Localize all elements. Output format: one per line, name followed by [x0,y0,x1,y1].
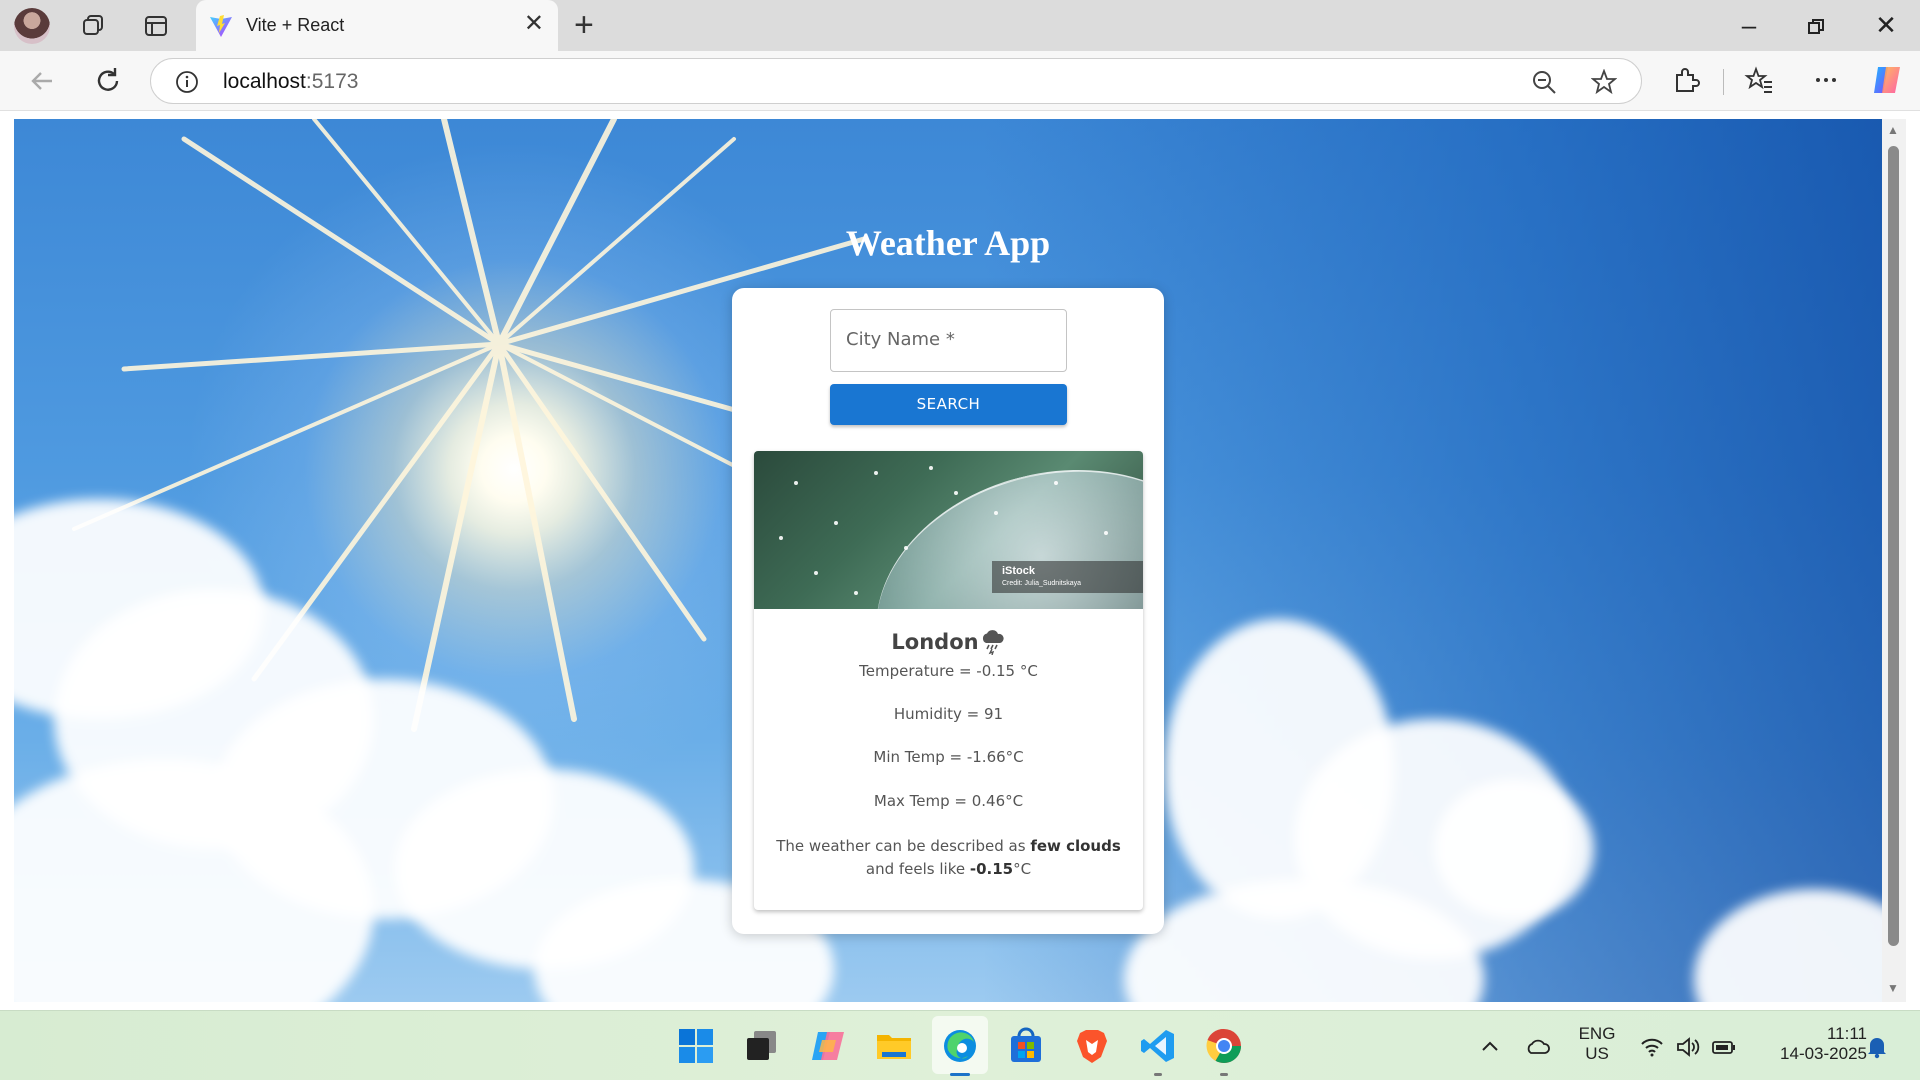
city-heading: London [754,629,1143,655]
address-toolbar: localhost:5173 [0,51,1920,111]
desc-condition: few clouds [1030,837,1121,855]
task-view-icon[interactable] [742,1026,782,1066]
zoom-out-icon[interactable] [1531,69,1557,95]
extensions-icon[interactable] [1671,65,1701,95]
toolbar-separator [1723,69,1724,95]
weather-description: The weather can be described as few clou… [768,835,1129,881]
vite-icon [210,15,232,37]
city-name: London [891,630,979,654]
brave-icon[interactable] [1072,1026,1112,1066]
region-code: US [1585,1044,1609,1063]
taskbar: ENG US 11:11 14-03-2025 [0,1010,1920,1080]
wifi-icon[interactable] [1639,1034,1665,1060]
clock[interactable]: 11:11 14-03-2025 [1757,1024,1867,1064]
image-watermark: iStock Credit: Julia_Sudnitskaya [992,561,1143,593]
restore-icon[interactable] [1796,8,1836,42]
page-scrollbar[interactable]: ▲ ▼ [1882,119,1906,1002]
close-window-icon[interactable]: ✕ [1866,8,1906,42]
humidity-text: Humidity = 91 [893,705,1004,723]
edge-icon[interactable] [940,1026,980,1066]
minimize-icon[interactable]: – [1729,8,1769,42]
thunderstorm-icon [982,630,1004,655]
language-code: ENG [1578,1024,1616,1043]
scrollbar-thumb[interactable] [1888,146,1899,946]
page-title: Weather App [845,223,1051,263]
city-name-label: City Name * [846,329,955,350]
clock-date: 14-03-2025 [1780,1044,1867,1063]
new-tab-icon[interactable]: + [574,8,594,42]
address-bar[interactable]: localhost:5173 [150,58,1642,104]
show-hidden-icons-chevron-up-icon[interactable] [1477,1034,1503,1060]
tab-vite-react[interactable]: Vite + React ✕ [196,0,558,51]
site-info-icon[interactable] [175,70,199,94]
file-explorer-icon[interactable] [874,1026,914,1066]
browser-tab-bar: Vite + React ✕ + – ✕ [0,0,1920,51]
cloud [1434,779,1594,919]
profile-avatar[interactable] [14,8,50,44]
weather-info-card: iStock Credit: Julia_Sudnitskaya London … [754,451,1143,910]
back-icon[interactable] [26,65,58,97]
chrome-icon[interactable] [1204,1026,1244,1066]
weather-image: iStock Credit: Julia_Sudnitskaya [754,451,1143,609]
notification-bell-icon[interactable] [1864,1034,1890,1060]
windows-start-icon[interactable] [676,1026,716,1066]
copilot-icon[interactable] [808,1026,848,1066]
desc-feels-like: -0.15 [969,860,1014,878]
min-temp-text: Min Temp = -1.66°C [873,748,1024,766]
copilot-icon[interactable] [1870,63,1904,97]
refresh-icon[interactable] [92,65,124,97]
desc-unit: °C [1013,860,1032,878]
desc-prefix: The weather can be described as [776,837,1031,855]
vscode-running-indicator [1154,1073,1162,1076]
search-button[interactable]: SEARCH [830,384,1067,425]
page-viewport: Weather App City Name * SEARCH iStock Cr… [14,119,1882,1002]
scroll-up-icon[interactable]: ▲ [1887,123,1899,137]
more-options-icon[interactable] [1811,65,1841,95]
chrome-running-indicator [1220,1073,1228,1076]
watermark-brand: iStock [1002,565,1036,577]
onedrive-cloud-icon[interactable] [1525,1034,1551,1060]
vscode-icon[interactable] [1138,1026,1178,1066]
max-temp-text: Max Temp = 0.46°C [873,792,1024,810]
city-name-field[interactable]: City Name * [830,309,1067,372]
battery-icon[interactable] [1711,1034,1737,1060]
url-port: :5173 [305,70,359,93]
tab-title: Vite + React [246,15,345,35]
temperature-text: Temperature = -0.15 °C [859,662,1038,680]
close-tab-icon[interactable]: ✕ [524,12,544,36]
workspaces-icon[interactable] [80,13,106,39]
volume-icon[interactable] [1675,1034,1701,1060]
language-indicator[interactable]: ENG US [1572,1024,1622,1064]
edge-active-indicator [950,1073,970,1076]
scroll-down-icon[interactable]: ▼ [1887,981,1899,995]
tab-actions-icon[interactable] [143,13,169,39]
url-text[interactable]: localhost:5173 [223,70,358,94]
microsoft-store-icon[interactable] [1006,1026,1046,1066]
favorite-star-icon[interactable] [1591,69,1617,95]
search-card: City Name * SEARCH iStock Credit: Julia_… [732,288,1164,934]
watermark-credit: Credit: Julia_Sudnitskaya [1002,580,1081,587]
favorites-icon[interactable] [1744,65,1774,95]
desc-middle: and feels like [865,860,970,878]
clock-time: 11:11 [1826,1024,1867,1043]
url-host: localhost [223,70,306,93]
